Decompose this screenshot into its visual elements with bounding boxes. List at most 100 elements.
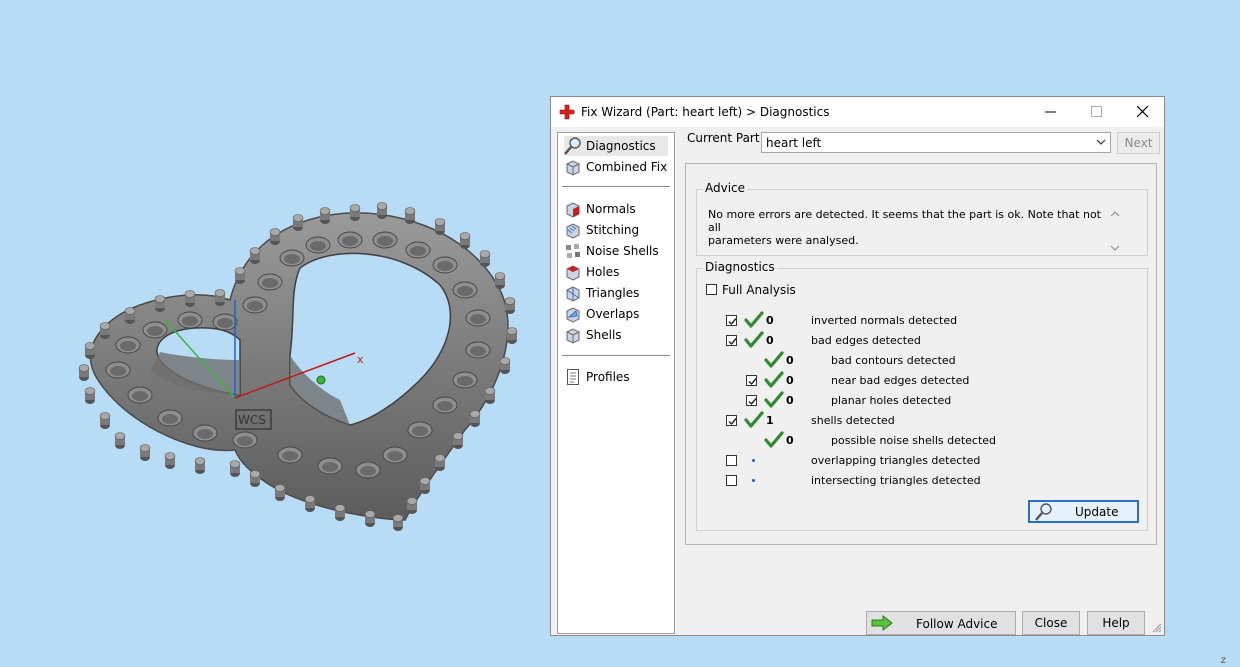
model-stud: [494, 272, 506, 289]
diagnostic-checkbox[interactable]: [746, 395, 757, 406]
model-stud: [506, 327, 518, 344]
model-stud: [452, 432, 464, 449]
noise-shells-icon: [566, 244, 580, 258]
diagnostic-count: 0: [786, 394, 794, 407]
model-cup-inner: [120, 341, 136, 351]
3d-viewport[interactable]: x WCS: [0, 0, 545, 664]
diagnostic-count: 0: [786, 374, 794, 387]
model-stud: [249, 247, 261, 264]
model-cup-inner: [182, 316, 198, 326]
model-stud: [274, 484, 286, 501]
green-arrow-icon: [871, 615, 893, 631]
model-stud: [484, 387, 496, 404]
model-stud: [364, 510, 376, 527]
nav-divider: [562, 355, 670, 356]
diagnostic-checkbox[interactable]: [726, 415, 737, 426]
triangles-icon: [566, 286, 580, 302]
scroll-up-icon[interactable]: [1110, 211, 1120, 217]
model-cup-inner: [412, 426, 428, 436]
document-icon: [567, 369, 579, 385]
nav-item-combined-fix[interactable]: Combined Fix: [564, 157, 668, 177]
model-cup-inner: [247, 301, 263, 311]
green-check-icon: [764, 431, 784, 448]
model-stud: [334, 504, 346, 521]
diagnostic-label: planar holes detected: [831, 394, 952, 407]
model-stud: [304, 495, 316, 512]
current-part-value: heart left: [766, 136, 822, 150]
nav-item-overlaps[interactable]: Overlaps: [564, 304, 668, 324]
model-cup-inner: [110, 366, 126, 376]
diagnostic-checkbox[interactable]: [726, 335, 737, 346]
model-cup-inner: [237, 436, 253, 446]
model-cup-inner: [322, 462, 338, 472]
model-stud: [376, 202, 388, 219]
model-stud: [164, 452, 176, 469]
nav-item-diagnostics[interactable]: Diagnostics: [564, 136, 668, 156]
model-stud: [504, 297, 516, 314]
diagnostics-group: Diagnostics Full Analysis 0 inverted norm…: [696, 260, 1148, 531]
model-stud: [99, 412, 111, 429]
model-stud: [84, 387, 96, 404]
wizard-nav: Diagnostics Combined Fix Normals Stitchi…: [557, 132, 675, 634]
model-stud: [459, 232, 471, 249]
model-stud: [214, 289, 226, 306]
maximize-button[interactable]: [1074, 97, 1120, 127]
diagnostic-label: intersecting triangles detected: [811, 474, 981, 487]
model-cup-inner: [470, 314, 486, 324]
full-analysis-label: Full Analysis: [722, 283, 796, 297]
model-stud: [406, 497, 418, 514]
model-cup-inner: [162, 414, 178, 424]
heart-model[interactable]: x WCS: [0, 0, 545, 664]
model-cup-inner: [342, 236, 358, 246]
model-cup-inner: [387, 451, 403, 461]
advice-textbox[interactable]: No more errors are detected. It seems th…: [701, 198, 1125, 251]
nav-item-profiles[interactable]: Profiles: [564, 367, 668, 387]
nav-item-holes[interactable]: Holes: [564, 262, 668, 282]
status-dot-icon: [752, 459, 755, 462]
green-check-icon: [764, 351, 784, 368]
model-cup-inner: [310, 241, 326, 251]
next-button[interactable]: Next: [1117, 132, 1160, 154]
model-cup-inner: [470, 346, 486, 356]
diagnostic-checkbox[interactable]: [726, 455, 737, 466]
update-label: Update: [1075, 505, 1119, 519]
close-icon: [1137, 106, 1149, 118]
model-cup-inner: [410, 246, 426, 256]
model-cup-inner: [457, 376, 473, 386]
nav-item-shells[interactable]: Shells: [564, 325, 668, 345]
update-button[interactable]: Update: [1028, 500, 1139, 523]
diagnostic-checkbox[interactable]: [726, 475, 737, 486]
follow-advice-label: Follow Advice: [916, 617, 998, 631]
model-cup-inner: [457, 286, 473, 296]
diagnostic-count: 0: [786, 354, 794, 367]
diagnostic-label: bad contours detected: [831, 354, 956, 367]
model-stud: [229, 460, 241, 477]
nav-item-noise-shells[interactable]: Noise Shells: [564, 241, 668, 261]
nav-item-stitching[interactable]: Stitching: [564, 220, 668, 240]
advice-scrollbar[interactable]: [1109, 208, 1121, 256]
resize-grip-icon[interactable]: [1152, 623, 1162, 633]
close-button[interactable]: Close: [1022, 611, 1080, 635]
pivot-point[interactable]: [316, 375, 326, 385]
model-cup-inner: [360, 466, 376, 476]
nav-item-normals[interactable]: Normals: [564, 199, 668, 219]
full-analysis-checkbox[interactable]: [706, 284, 717, 295]
model-stud: [319, 207, 331, 224]
current-part-select[interactable]: heart left: [761, 132, 1111, 153]
advice-line-2: parameters were analysed.: [708, 234, 859, 247]
fix-wizard-dialog: Fix Wizard (Part: heart left) > Diagnost…: [550, 96, 1165, 636]
diagnostic-checkbox[interactable]: [726, 315, 737, 326]
follow-advice-button[interactable]: Follow Advice: [866, 611, 1016, 635]
diagnostic-checkbox[interactable]: [746, 375, 757, 386]
minimize-button[interactable]: [1028, 97, 1074, 127]
diagnostic-count: 0: [766, 334, 774, 347]
scroll-down-icon[interactable]: [1110, 245, 1120, 251]
model-stud: [434, 454, 446, 471]
diagnostics-title: Diagnostics: [703, 260, 777, 274]
nav-item-triangles[interactable]: Triangles: [564, 283, 668, 303]
advice-title: Advice: [703, 181, 748, 195]
green-check-icon: [764, 391, 784, 408]
model-stud: [499, 357, 511, 374]
help-button[interactable]: Help: [1087, 611, 1145, 635]
close-window-button[interactable]: [1120, 97, 1166, 127]
